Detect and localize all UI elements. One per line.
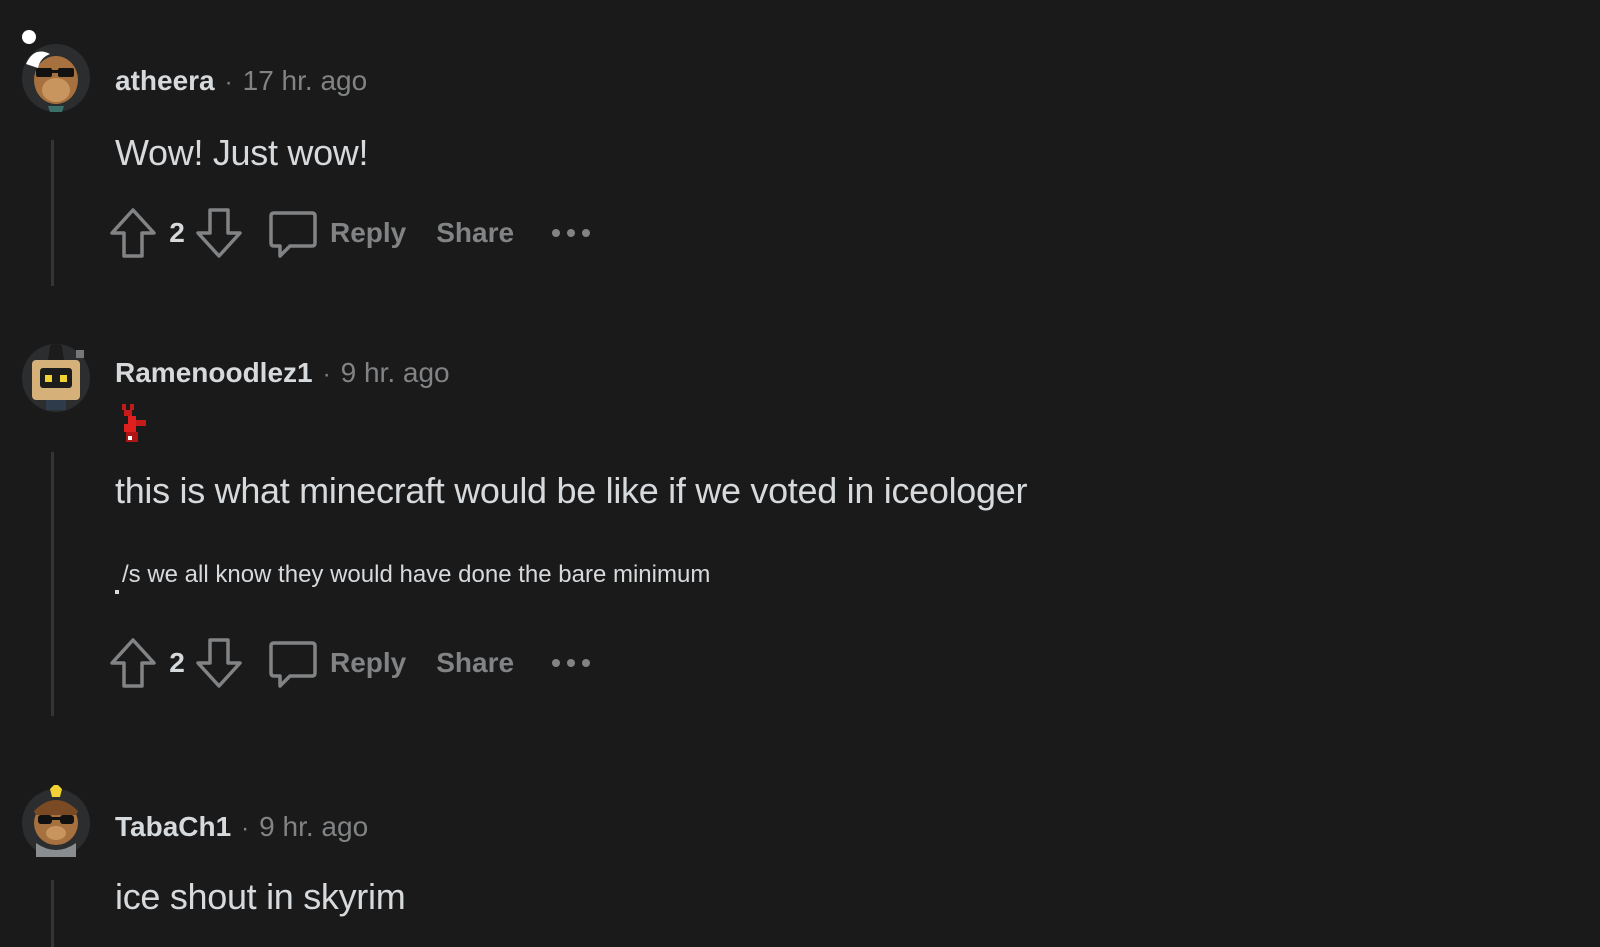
comment-meta: Ramenoodlez1 · 9 hr. ago <box>115 357 450 389</box>
comment-body: ice shout in skyrim <box>115 876 406 917</box>
downvote-button[interactable] <box>194 205 244 261</box>
vote-score: 2 <box>169 647 185 678</box>
more-icon <box>552 659 591 667</box>
avatar[interactable] <box>20 785 92 857</box>
downvote-button[interactable] <box>194 635 244 691</box>
thread-line[interactable] <box>51 452 54 716</box>
comment-actions: 2 Reply Share <box>108 205 592 261</box>
avatar-tabach1-icon <box>22 785 90 857</box>
separator-dot: · <box>241 815 250 842</box>
more-options-button[interactable] <box>550 635 592 691</box>
timestamp[interactable]: 9 hr. ago <box>341 357 450 389</box>
upvote-icon <box>110 638 156 688</box>
comment-superscript-text: /s we all know they would have done the … <box>122 561 711 588</box>
thread-line[interactable] <box>51 880 54 947</box>
username[interactable]: Ramenoodlez1 <box>115 357 313 389</box>
downvote-icon <box>196 638 242 688</box>
separator-dot: · <box>322 361 331 388</box>
avatar-ramenoodlez1-icon <box>22 343 90 412</box>
upvote-button[interactable] <box>108 635 158 691</box>
downvote-icon <box>196 208 242 258</box>
username[interactable]: atheera <box>115 65 215 97</box>
comment-meta: atheera · 17 hr. ago <box>115 65 367 97</box>
vote-score: 2 <box>169 217 185 248</box>
comment-body: Wow! Just wow! <box>115 132 369 173</box>
avatar-atheera-icon <box>22 44 90 112</box>
comment-actions: 2 Reply Share <box>108 635 592 691</box>
avatar[interactable] <box>20 340 92 412</box>
avatar[interactable] <box>20 40 92 112</box>
reply-label: Reply <box>330 647 407 678</box>
comment-body: this is what minecraft would be like if … <box>115 470 1028 511</box>
timestamp[interactable]: 9 hr. ago <box>259 811 368 843</box>
timestamp[interactable]: 17 hr. ago <box>243 65 368 97</box>
share-button[interactable]: Share <box>436 647 514 679</box>
comment-icon <box>269 641 317 688</box>
separator-dot: · <box>224 69 233 96</box>
comment-meta: TabaCh1 · 9 hr. ago <box>115 811 368 843</box>
online-indicator <box>22 30 36 44</box>
upvote-icon <box>110 208 156 258</box>
more-icon <box>552 229 591 237</box>
share-button[interactable]: Share <box>436 217 514 249</box>
upvote-button[interactable] <box>108 205 158 261</box>
superscript-marker <box>115 590 119 594</box>
more-options-button[interactable] <box>550 205 592 261</box>
username[interactable]: TabaCh1 <box>115 811 231 843</box>
reply-button[interactable]: Reply <box>268 207 406 259</box>
reply-label: Reply <box>330 217 407 248</box>
comment-icon <box>269 211 317 258</box>
reply-button[interactable]: Reply <box>268 637 406 689</box>
user-flair-icon <box>118 402 152 444</box>
thread-line[interactable] <box>51 140 54 286</box>
